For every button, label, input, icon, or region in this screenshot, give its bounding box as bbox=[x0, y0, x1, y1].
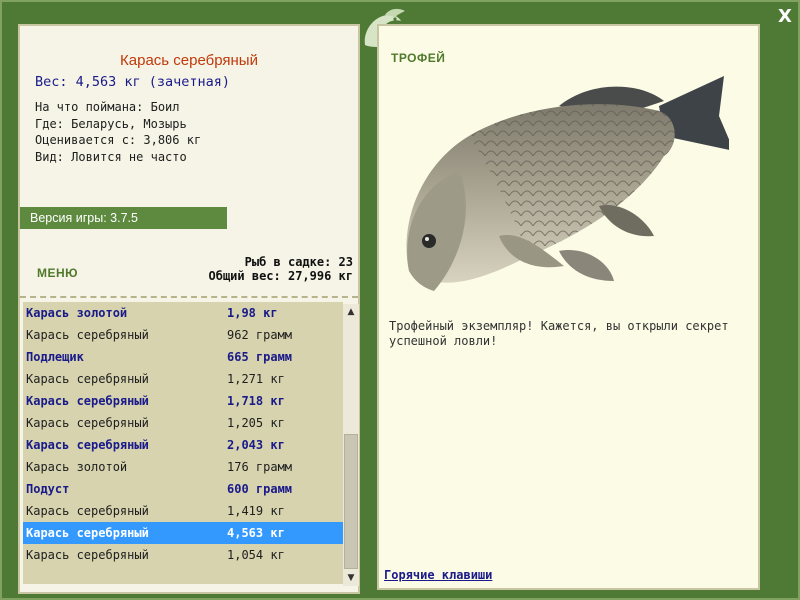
catch-fish-name: Карась золотой bbox=[26, 306, 128, 320]
close-icon: X bbox=[778, 6, 792, 27]
catch-list[interactable]: Карась золотой 1,98 кг Карась серебряный 96… bbox=[23, 302, 343, 584]
keep-net-stats: Рыб в садке: 23 Общий вес: 27,996 кг bbox=[209, 255, 354, 283]
fish-title: Карась серебряный bbox=[120, 52, 258, 69]
fish-details: На что поймана: Боил Где: Беларусь, Мозы… bbox=[35, 99, 201, 165]
fish-info-panel: Карась серебряный Вес: 4,563 кг (зачетна… bbox=[18, 24, 360, 594]
catch-fish-weight: 1,271 кг bbox=[227, 372, 285, 386]
catch-list-row[interactable]: Карась серебряный 4,563 кг bbox=[23, 522, 343, 544]
game-window: X Карась серебряный Вес: 4,563 кг (зачет… bbox=[0, 0, 800, 600]
catch-list-row[interactable]: Карась серебряный 1,054 кг bbox=[23, 544, 343, 566]
catch-list-row[interactable]: Подуст 600 грамм bbox=[23, 478, 343, 500]
catch-fish-weight: 2,043 кг bbox=[227, 438, 285, 452]
catch-fish-weight: 4,563 кг bbox=[227, 526, 285, 540]
catch-fish-name: Карась серебряный bbox=[26, 504, 149, 518]
catch-fish-name: Карась серебряный bbox=[26, 328, 149, 342]
catch-list-row[interactable]: Карась серебряный 2,043 кг bbox=[23, 434, 343, 456]
catch-fish-weight: 600 грамм bbox=[227, 482, 293, 496]
catch-list-row[interactable]: Карась серебряный 1,419 кг bbox=[23, 500, 343, 522]
fish-image bbox=[406, 76, 729, 291]
trophy-description: Трофейный экземпляр! Кажется, вы открыли… bbox=[389, 319, 729, 348]
catch-fish-weight: 1,205 кг bbox=[227, 416, 285, 430]
close-button[interactable]: X bbox=[774, 6, 796, 28]
scroll-up-arrow-icon[interactable]: ▲ bbox=[343, 304, 359, 320]
hotkeys-link[interactable]: Горячие клавиши bbox=[384, 568, 492, 582]
catch-fish-weight: 176 грамм bbox=[227, 460, 293, 474]
game-version: Версия игры: 3.7.5 bbox=[20, 207, 227, 229]
keep-net-total-weight: Общий вес: 27,996 кг bbox=[208, 269, 354, 283]
catch-fish-name: Карась серебряный bbox=[26, 548, 149, 562]
fish-weight: Вес: 4,563 кг (зачетная) bbox=[35, 74, 231, 90]
catch-fish-weight: 962 грамм bbox=[227, 328, 293, 342]
catch-list-scrollbar[interactable]: ▲ ▼ bbox=[343, 304, 359, 586]
catch-fish-weight: 665 грамм bbox=[227, 350, 293, 364]
catch-fish-weight: 1,419 кг bbox=[227, 504, 285, 518]
fish-valuation: Оценивается с: 3,806 кг bbox=[35, 133, 202, 147]
scroll-thumb[interactable] bbox=[344, 434, 358, 569]
dashed-separator bbox=[20, 296, 358, 298]
catch-list-row[interactable]: Карась золотой 176 грамм bbox=[23, 456, 343, 478]
catch-fish-name: Карась серебряный bbox=[26, 526, 149, 540]
fish-rarity: Вид: Ловится не часто bbox=[35, 149, 187, 164]
fish-location: Где: Беларусь, Мозырь bbox=[35, 116, 187, 131]
catch-list-row[interactable]: Карась серебряный 1,205 кг bbox=[23, 412, 343, 434]
catch-list-row[interactable]: Карась серебряный 962 грамм bbox=[23, 324, 343, 346]
trophy-panel: ТРОФЕЙ Трофейный экземпляр! Кажется, вы … bbox=[377, 24, 760, 590]
catch-list-row[interactable]: Карась золотой 1,98 кг bbox=[23, 302, 343, 324]
keep-net-count: Рыб в садке: 23 bbox=[244, 255, 353, 269]
catch-fish-weight: 1,054 кг bbox=[227, 548, 285, 562]
menu-button[interactable]: МЕНЮ bbox=[37, 266, 78, 280]
scroll-down-arrow-icon[interactable]: ▼ bbox=[343, 570, 359, 586]
catch-fish-name: Карась золотой bbox=[26, 460, 128, 474]
catch-list-row[interactable]: Карась серебряный 1,718 кг bbox=[23, 390, 343, 412]
catch-fish-weight: 1,98 кг bbox=[227, 306, 278, 320]
catch-fish-name: Карась серебряный bbox=[26, 394, 149, 408]
catch-fish-name: Карась серебряный bbox=[26, 372, 149, 386]
catch-fish-name: Подлещик bbox=[26, 350, 84, 364]
catch-list-row[interactable]: Карась серебряный 1,271 кг bbox=[23, 368, 343, 390]
catch-list-row[interactable]: Подлещик 665 грамм bbox=[23, 346, 343, 368]
catch-fish-name: Карась серебряный bbox=[26, 438, 149, 452]
catch-fish-name: Карась серебряный bbox=[26, 416, 149, 430]
catch-fish-weight: 1,718 кг bbox=[227, 394, 285, 408]
catch-fish-name: Подуст bbox=[26, 482, 70, 496]
fish-bait: На что поймана: Боил bbox=[35, 100, 180, 114]
